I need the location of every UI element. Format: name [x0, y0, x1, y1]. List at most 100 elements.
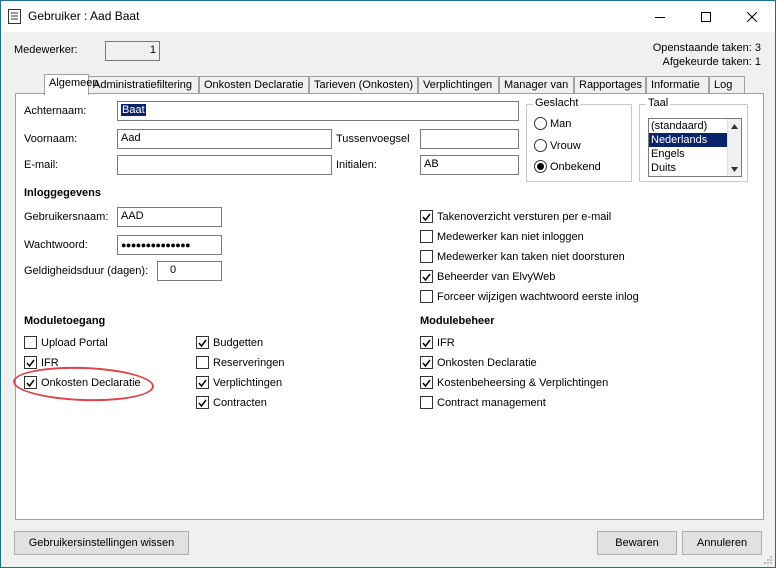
management-onkosten-declaratie[interactable]: Onkosten Declaratie [420, 356, 537, 369]
management-ifr[interactable]: IFR [420, 336, 455, 349]
achternaam-value: Baat [121, 104, 146, 116]
achternaam-input[interactable]: Baat [117, 101, 519, 121]
geslacht-label: Geslacht [533, 97, 581, 109]
login-heading: Inloggegevens [24, 187, 102, 199]
module-verplichtingen[interactable]: Verplichtingen [196, 376, 282, 389]
checkbox-unchecked [420, 250, 433, 263]
radio-man-label: Man [550, 117, 572, 130]
management-label: IFR [437, 336, 455, 349]
module-budgetten[interactable]: Budgetten [196, 336, 263, 349]
title-bar[interactable]: Gebruiker : Aad Baat [1, 1, 775, 32]
option-email-overview[interactable]: Takenoverzicht versturen per e-mail [420, 210, 611, 223]
module-contracten[interactable]: Contracten [196, 396, 267, 409]
module-label: Reserveringen [213, 356, 285, 369]
maximize-icon [701, 11, 711, 22]
module-access-heading: Moduletoegang [24, 315, 106, 327]
option-label: Medewerker kan niet inloggen [437, 230, 584, 243]
checkmark-icon [26, 359, 35, 367]
email-label: E-mail: [24, 159, 59, 171]
window-title: Gebruiker : Aad Baat [28, 9, 140, 23]
tab-informatie[interactable]: Informatie [646, 76, 709, 94]
username-input[interactable]: AAD [117, 207, 222, 227]
password-input[interactable]: ●●●●●●●●●●●●●● [117, 235, 222, 255]
minimize-icon [655, 16, 665, 18]
checkbox-checked [420, 270, 433, 283]
checkbox-checked [420, 376, 433, 389]
close-icon [747, 11, 757, 22]
voornaam-input[interactable]: Aad [117, 129, 332, 149]
username-label: Gebruikersnaam: [24, 211, 109, 223]
dialog-window: Gebruiker : Aad Baat Medewerker: 1 Opens… [0, 0, 776, 568]
tab-log[interactable]: Log [709, 76, 745, 94]
management-label: Kostenbeheersing & Verplichtingen [437, 376, 609, 389]
radio-circle [534, 117, 547, 130]
tab-verplichtingen[interactable]: Verplichtingen [418, 76, 499, 94]
taal-scrollbar[interactable] [727, 119, 741, 176]
tab-onkosten-declaratie[interactable]: Onkosten Declaratie [199, 76, 309, 94]
option-admin[interactable]: Beheerder van ElvyWeb [420, 270, 555, 283]
reset-settings-button[interactable]: Gebruikersinstellingen wissen [14, 531, 189, 555]
cancel-button[interactable]: Annuleren [682, 531, 762, 555]
tab-manager-van[interactable]: Manager van [499, 76, 574, 94]
checkbox-unchecked [196, 356, 209, 369]
checkbox-checked [420, 336, 433, 349]
checkbox-unchecked [420, 290, 433, 303]
tab-administratiefiltering[interactable]: Administratiefiltering [88, 76, 199, 94]
option-label: Beheerder van ElvyWeb [437, 270, 556, 283]
checkmark-icon [198, 379, 207, 387]
checkmark-icon [198, 399, 207, 407]
rejected-tasks-text: Afgekeurde taken: 1 [662, 56, 761, 68]
resize-grip-icon[interactable] [763, 555, 773, 565]
checkmark-icon [422, 273, 431, 281]
medewerker-label: Medewerker: [14, 44, 78, 56]
checkmark-icon [198, 339, 207, 347]
checkbox-checked [196, 336, 209, 349]
validity-input[interactable]: 0 [157, 261, 222, 281]
radio-onbekend-label: Onbekend [550, 160, 601, 173]
radio-vrouw[interactable]: Vrouw [534, 139, 581, 152]
taal-listbox[interactable]: (standaard) Nederlands Engels Duits [648, 118, 742, 177]
management-kostenbeheersing[interactable]: Kostenbeheersing & Verplichtingen [420, 376, 608, 389]
scroll-up-icon[interactable] [728, 119, 741, 133]
save-button[interactable]: Bewaren [597, 531, 677, 555]
taal-label: Taal [646, 97, 671, 109]
checkmark-icon [422, 213, 431, 221]
voornaam-label: Voornaam: [24, 133, 78, 145]
checkbox-unchecked [420, 396, 433, 409]
radio-dot [537, 163, 544, 170]
checkbox-checked [420, 356, 433, 369]
geslacht-group: Geslacht Man Vrouw Onbekend [526, 97, 632, 182]
radio-circle [534, 139, 547, 152]
option-cannot-forward[interactable]: Medewerker kan taken niet doorsturen [420, 250, 625, 263]
validity-label: Geldigheidsduur (dagen): [24, 265, 149, 277]
tab-rapportages[interactable]: Rapportages [574, 76, 646, 94]
module-management-heading: Modulebeheer [420, 315, 495, 327]
initialen-input[interactable]: AB [420, 155, 519, 175]
radio-vrouw-label: Vrouw [550, 139, 581, 152]
option-label: Medewerker kan taken niet doorsturen [437, 250, 625, 263]
achternaam-label: Achternaam: [24, 105, 87, 117]
option-force-password[interactable]: Forceer wijzigen wachtwoord eerste inlog [420, 290, 639, 303]
radio-circle-selected [534, 160, 547, 173]
maximize-button[interactable] [683, 1, 729, 32]
minimize-button[interactable] [637, 1, 683, 32]
module-upload-portal[interactable]: Upload Portal [24, 336, 108, 349]
option-cannot-login[interactable]: Medewerker kan niet inloggen [420, 230, 584, 243]
module-label: Contracten [213, 396, 267, 409]
option-label: Forceer wijzigen wachtwoord eerste inlog [437, 290, 639, 303]
tab-panel-algemeen: Achternaam: Baat Voornaam: Aad Tussenvoe… [15, 93, 764, 520]
open-tasks-text: Openstaande taken: 3 [652, 42, 761, 54]
radio-man[interactable]: Man [534, 117, 571, 130]
scroll-down-icon[interactable] [728, 162, 741, 176]
taal-group: Taal (standaard) Nederlands Engels Duits [639, 97, 748, 182]
email-input[interactable] [117, 155, 332, 175]
tab-algemeen[interactable]: Algemeen [44, 74, 99, 95]
close-button[interactable] [729, 1, 775, 32]
password-label: Wachtwoord: [24, 239, 88, 251]
tab-tarieven-onkosten[interactable]: Tarieven (Onkosten) [309, 76, 418, 94]
module-reserveringen[interactable]: Reserveringen [196, 356, 285, 369]
checkbox-checked [24, 356, 37, 369]
tussenvoegsel-input[interactable] [420, 129, 519, 149]
management-contract[interactable]: Contract management [420, 396, 546, 409]
radio-onbekend[interactable]: Onbekend [534, 160, 601, 173]
